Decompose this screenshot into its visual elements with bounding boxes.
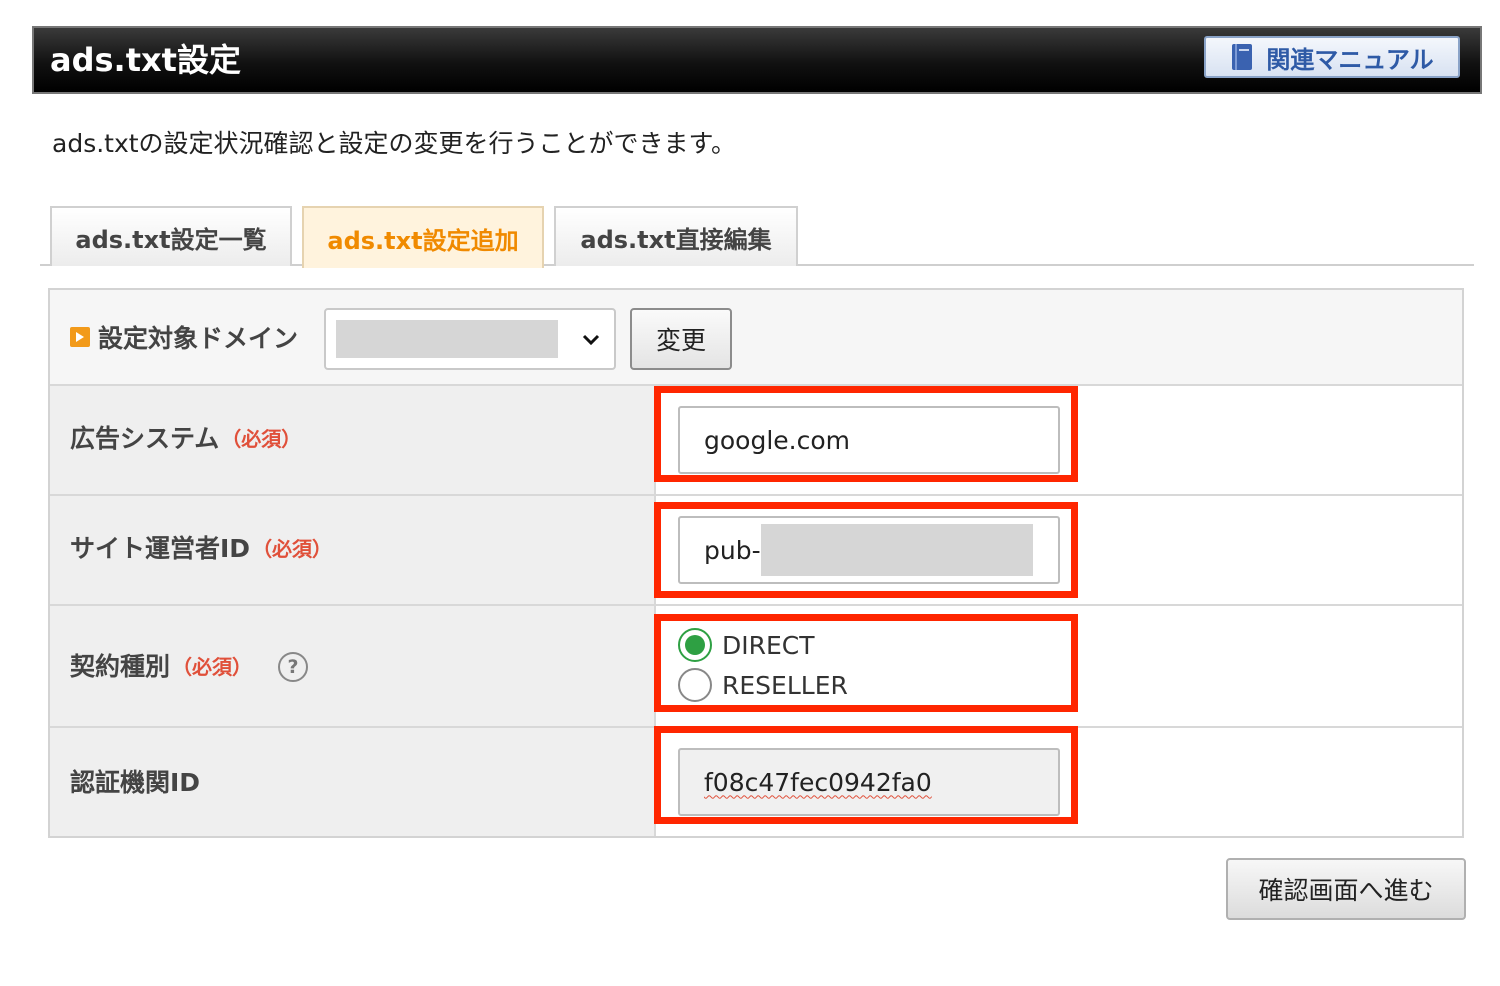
tab-settings-add[interactable]: ads.txt設定追加	[302, 206, 544, 268]
tab-direct-edit[interactable]: ads.txt直接編集	[554, 206, 798, 266]
radio-button[interactable]	[678, 628, 712, 662]
arrow-right-icon	[70, 327, 90, 347]
ad-system-label-cell: 広告システム （必須）	[50, 386, 656, 494]
tab-settings-list[interactable]: ads.txt設定一覧	[50, 206, 292, 266]
publisher-id-label: サイト運営者ID	[70, 534, 251, 563]
ad-system-label: 広告システム	[70, 424, 220, 453]
domain-select[interactable]	[324, 308, 616, 370]
domain-label-wrap: 設定対象ドメイン	[70, 318, 298, 356]
cert-id-label-wrap: 認証機関ID	[70, 766, 200, 800]
required-badge: （必須）	[172, 655, 253, 679]
radio-reseller[interactable]: RESELLER	[678, 668, 848, 702]
domain-label: 設定対象ドメイン	[98, 324, 299, 353]
radio-selected-dot	[685, 635, 705, 655]
book-icon	[1232, 44, 1253, 70]
chevron-down-icon	[582, 334, 600, 346]
help-icon[interactable]: ?	[278, 652, 309, 682]
ad-system-label-wrap: 広告システム （必須）	[70, 422, 301, 456]
page-description: ads.txtの設定状況確認と設定の変更を行うことができます。	[52, 129, 737, 158]
proceed-to-confirm-button[interactable]: 確認画面へ進む	[1226, 858, 1466, 920]
ad-system-row: 広告システム （必須） google.com	[50, 386, 1462, 496]
ad-system-input[interactable]: google.com	[678, 406, 1060, 474]
cert-id-label: 認証機関ID	[70, 768, 201, 797]
contract-type-label: 契約種別	[70, 652, 171, 681]
ads-txt-form: 設定対象ドメイン 変更 広告システム （必須） google.com サイト運営…	[48, 288, 1464, 838]
radio-direct[interactable]: DIRECT	[678, 628, 815, 662]
related-manual-button[interactable]: 関連マニュアル	[1204, 36, 1460, 78]
change-domain-button[interactable]: 変更	[630, 308, 732, 370]
radio-reseller-label: RESELLER	[722, 670, 848, 700]
publisher-id-row: サイト運営者ID （必須） pub-	[50, 496, 1462, 606]
domain-select-value	[336, 320, 558, 358]
radio-direct-label: DIRECT	[722, 630, 815, 660]
cert-id-value: f08c47fec0942fa0	[704, 767, 932, 797]
cert-id-input[interactable]: f08c47fec0942fa0	[678, 748, 1060, 816]
redacted-mask	[760, 524, 1033, 576]
publisher-id-label-cell: サイト運営者ID （必須）	[50, 496, 656, 604]
contract-type-row: 契約種別 （必須） ? DIRECT RESELLER	[50, 606, 1462, 728]
publisher-id-value: pub-	[704, 535, 761, 565]
contract-type-label-cell: 契約種別 （必須） ?	[50, 606, 656, 726]
domain-row: 設定対象ドメイン 変更	[50, 290, 1462, 386]
related-manual-label: 関連マニュアル	[1266, 45, 1434, 74]
publisher-id-input[interactable]: pub-	[678, 516, 1060, 584]
radio-button[interactable]	[678, 668, 712, 702]
cert-id-row: 認証機関ID f08c47fec0942fa0	[50, 728, 1462, 836]
publisher-id-label-wrap: サイト運営者ID （必須）	[70, 532, 332, 566]
contract-type-label-wrap: 契約種別 （必須） ?	[70, 650, 309, 684]
page-header: ads.txt設定 関連マニュアル	[32, 26, 1482, 94]
required-badge: （必須）	[252, 537, 333, 561]
required-badge: （必須）	[221, 427, 302, 451]
cert-id-label-cell: 認証機関ID	[50, 728, 656, 836]
page-title: ads.txt設定	[50, 41, 241, 79]
